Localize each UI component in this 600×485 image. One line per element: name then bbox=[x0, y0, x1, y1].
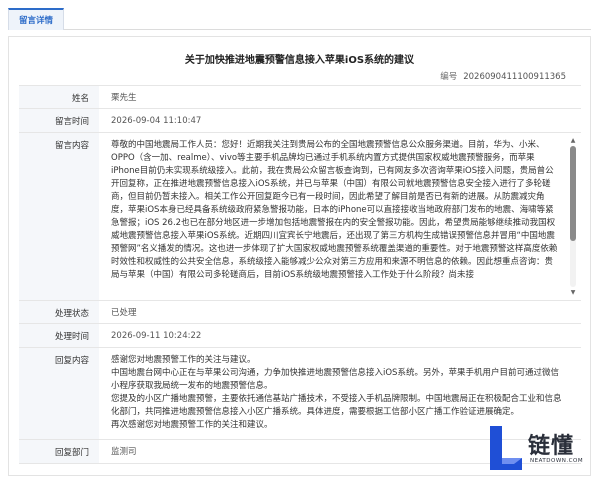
scroll-up-arrow-icon[interactable]: ▲ bbox=[569, 137, 577, 144]
content-value-scrollbox[interactable]: 尊敬的中国地震局工作人员：您好！近期我关注到贵局公布的全国地震预警信息公众服务渠… bbox=[99, 133, 581, 300]
dept-label: 回复部门 bbox=[19, 440, 99, 463]
time-value: 2026-09-04 11:10:47 bbox=[111, 116, 202, 126]
detail-panel: 关于加快推进地震预警信息接入苹果iOS系统的建议 编号 2026090411100… bbox=[8, 36, 591, 476]
reply-line: 您提及的小区广播地震预警，主要依托通信基站广播技术，不受接入手机品牌限制。中国地… bbox=[111, 394, 562, 417]
scroll-down-arrow-icon[interactable]: ▼ bbox=[569, 289, 577, 296]
content-scrollbar[interactable]: ▲ ▼ bbox=[569, 137, 577, 296]
tab-bar: 留言详情 bbox=[8, 8, 591, 30]
detail-table: 姓名 栗先生 留言时间 2026-09-04 11:10:47 留言内容 尊敬的… bbox=[19, 85, 581, 464]
logo-mark-icon bbox=[490, 426, 522, 470]
reply-label: 回复内容 bbox=[19, 348, 99, 439]
reply-line: 中国地震台网中心正在与苹果公司沟通，力争加快推进地震预警信息接入iOS系统。另外… bbox=[111, 368, 559, 391]
watermark-brand: 链懂 bbox=[528, 434, 575, 459]
content-text: 尊敬的中国地震局工作人员：您好！近期我关注到贵局公布的全国地震预警信息公众服务渠… bbox=[111, 140, 558, 280]
handle-time-label: 处理时间 bbox=[19, 324, 99, 347]
serial-label: 编号 bbox=[440, 72, 458, 82]
tab-message-detail[interactable]: 留言详情 bbox=[8, 8, 65, 30]
name-label: 姓名 bbox=[19, 86, 99, 108]
status-label: 处理状态 bbox=[19, 301, 99, 323]
watermark-logo: 链懂 NEATDOWN.COM bbox=[484, 424, 594, 474]
row-time: 留言时间 2026-09-04 11:10:47 bbox=[19, 109, 581, 133]
name-value: 栗先生 bbox=[111, 93, 137, 103]
row-status: 处理状态 已处理 bbox=[19, 301, 581, 324]
page-title: 关于加快推进地震预警信息接入苹果iOS系统的建议 bbox=[184, 55, 415, 66]
row-handle-time: 处理时间 2026-09-11 10:24:22 bbox=[19, 324, 581, 348]
watermark-site: NEATDOWN.COM bbox=[530, 458, 584, 464]
handle-time-value: 2026-09-11 10:24:22 bbox=[111, 331, 202, 341]
row-name: 姓名 栗先生 bbox=[19, 86, 581, 109]
scroll-thumb[interactable] bbox=[570, 146, 576, 241]
serial-value: 2026090411100911365 bbox=[463, 72, 566, 82]
time-label: 留言时间 bbox=[19, 109, 99, 132]
reply-line: 感谢您对地震预警工作的关注与建议。 bbox=[111, 355, 256, 365]
serial-number: 编号 2026090411100911365 bbox=[440, 70, 566, 82]
status-value: 已处理 bbox=[111, 308, 137, 318]
scroll-track[interactable] bbox=[570, 146, 576, 287]
row-content: 留言内容 尊敬的中国地震局工作人员：您好！近期我关注到贵局公布的全国地震预警信息… bbox=[19, 133, 581, 301]
content-label: 留言内容 bbox=[19, 133, 99, 300]
